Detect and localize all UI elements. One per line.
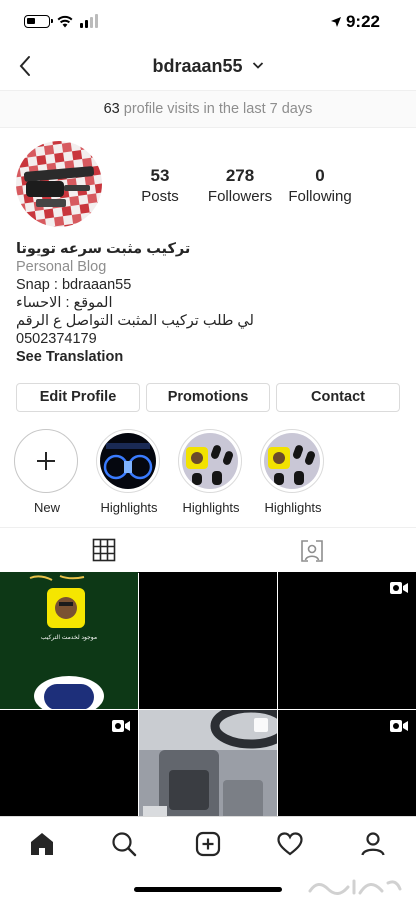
post-thumbnail[interactable] [278, 710, 416, 816]
video-camera-icon [390, 582, 408, 594]
posts-value: 53 [150, 166, 170, 185]
video-camera-icon [390, 720, 408, 732]
posts-grid: موجود لخدمت التركيب [0, 572, 416, 816]
highlight-cover-dashboard [100, 433, 156, 489]
bottom-navigation [0, 816, 416, 900]
carousel-icon [254, 718, 268, 732]
status-bar: 9:22 [0, 0, 416, 44]
username-label: bdraaan55 [152, 56, 243, 76]
following-count[interactable]: 0 Following [286, 166, 354, 205]
highlight-label: New [33, 500, 60, 515]
visits-count: 63 [103, 101, 120, 117]
watermark-logo [308, 879, 402, 895]
contact-button[interactable]: Contact [276, 383, 400, 412]
tab-grid[interactable] [0, 528, 208, 573]
post-thumbnail[interactable] [139, 572, 277, 709]
avatar[interactable] [16, 141, 102, 227]
new-highlight-button[interactable]: New [14, 429, 80, 515]
profile-bio: تركيب مثبت سرعه تويوتا Personal Blog Sna… [16, 240, 400, 366]
profile-category: Personal Blog [16, 259, 107, 275]
posts-label: Posts [141, 188, 179, 205]
bio-line: لي طلب تركيب المثبت التواصل ع الرقم [16, 313, 254, 329]
post-thumbnail[interactable]: موجود لخدمت التركيب [0, 572, 138, 709]
visits-text: profile visits in the last 7 days [119, 101, 313, 117]
status-time: 9:22 [330, 12, 380, 32]
posts-count[interactable]: 53 Posts [134, 166, 186, 205]
profile-visits-banner[interactable]: 63 profile visits in the last 7 days [0, 90, 416, 128]
highlight-label: Highlights [100, 500, 158, 515]
grid-icon [92, 538, 116, 562]
add-post-icon[interactable] [194, 830, 222, 858]
followers-count[interactable]: 278 Followers [205, 166, 275, 205]
tagged-person-icon [301, 539, 323, 562]
edit-profile-button[interactable]: Edit Profile [16, 383, 140, 412]
bio-line: Snap : bdraaan55 [16, 277, 132, 293]
tab-tagged[interactable] [208, 528, 416, 573]
chevron-down-icon [252, 62, 263, 69]
highlight-cover-snapchat [264, 433, 320, 489]
following-label: Following [288, 188, 352, 205]
highlight-item[interactable]: Highlights [96, 429, 162, 515]
see-translation-link[interactable]: See Translation [16, 348, 400, 366]
account-switcher[interactable]: bdraaan55 [0, 56, 416, 77]
bio-line: الموقع : الاحساء [16, 295, 113, 311]
add-highlight-circle [14, 429, 78, 493]
post-thumbnail[interactable] [139, 710, 277, 816]
highlight-label: Highlights [182, 500, 240, 515]
battery-icon [24, 15, 53, 28]
profile-name: تركيب مثبت سرعه تويوتا [16, 241, 191, 257]
cellular-signal-icon [80, 14, 98, 28]
location-arrow-icon [330, 17, 341, 27]
avatar-image [16, 141, 102, 227]
post-thumbnail[interactable] [0, 710, 138, 816]
heart-icon[interactable] [276, 830, 304, 858]
highlight-cover-snapchat [182, 433, 238, 489]
followers-label: Followers [207, 188, 273, 205]
bio-phone: 0502374179 [16, 331, 97, 347]
highlight-label: Highlights [264, 500, 322, 515]
wifi-icon [57, 15, 73, 28]
highlight-item[interactable]: Highlights [260, 429, 326, 515]
profile-tabs [0, 527, 416, 573]
profile-icon[interactable] [359, 830, 387, 858]
home-indicator [134, 887, 282, 892]
following-value: 0 [315, 166, 325, 185]
video-camera-icon [112, 720, 130, 732]
post-thumbnail[interactable] [278, 572, 416, 709]
highlight-item[interactable]: Highlights [178, 429, 244, 515]
home-icon[interactable] [28, 830, 56, 858]
search-icon[interactable] [110, 830, 138, 858]
promotions-button[interactable]: Promotions [146, 383, 270, 412]
plus-icon [37, 452, 55, 470]
snapcode-caption: موجود لخدمت التركيب [40, 635, 98, 641]
profile-header: bdraaan55 [0, 44, 416, 90]
followers-value: 278 [225, 166, 255, 185]
